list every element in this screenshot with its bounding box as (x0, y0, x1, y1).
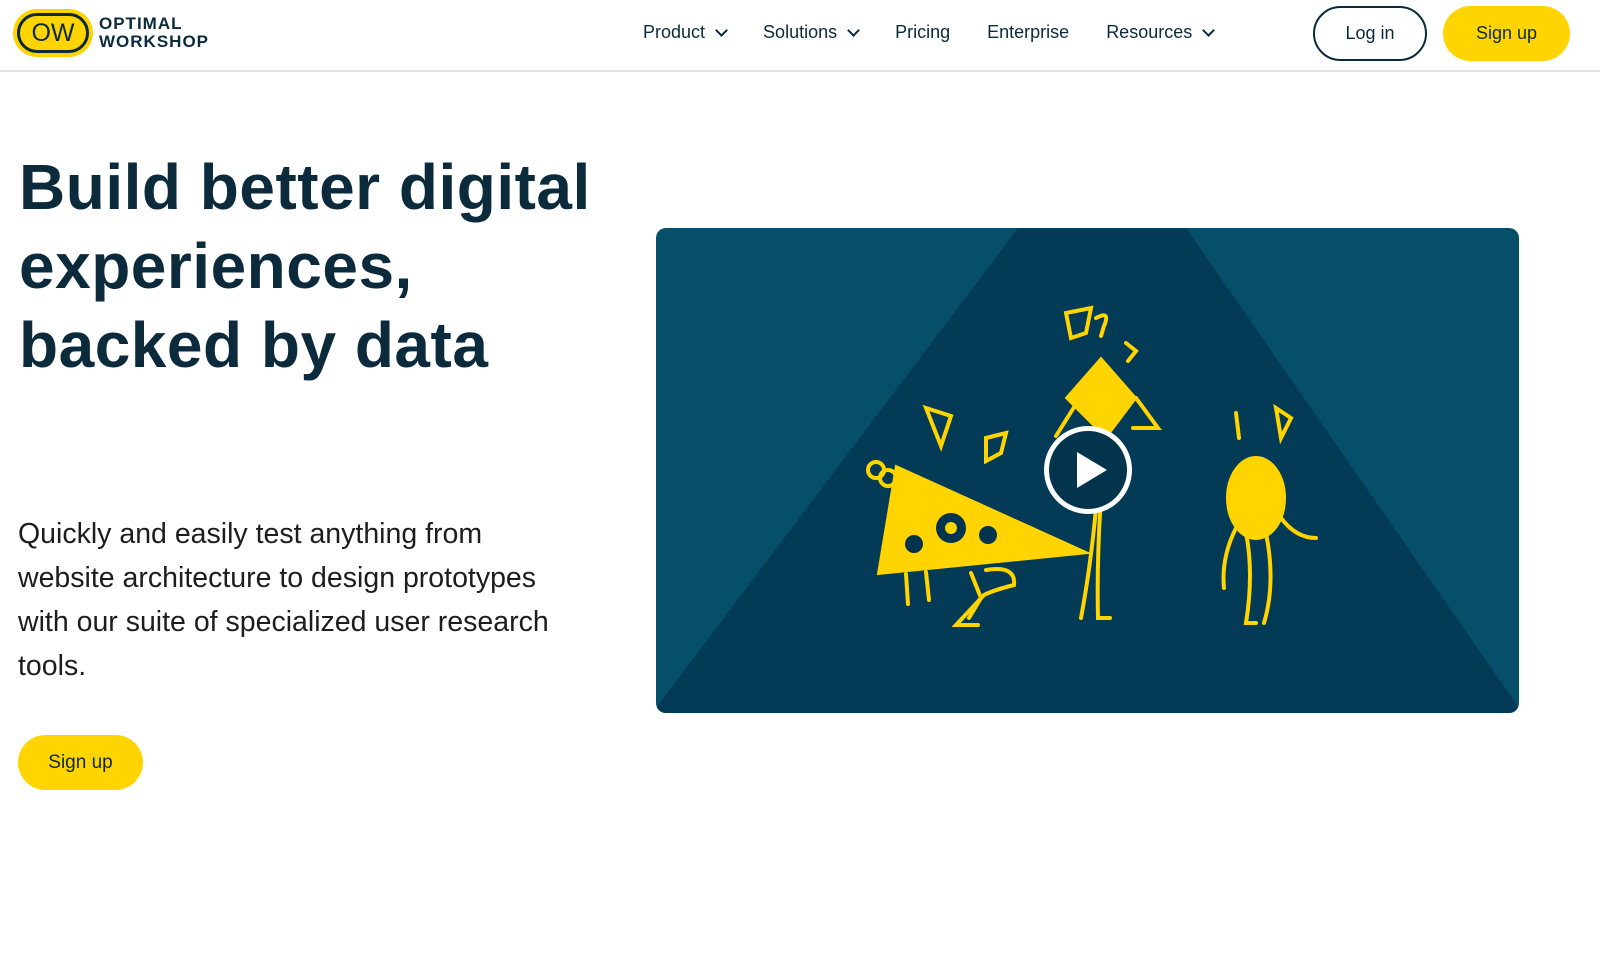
nav-resources[interactable]: Resources (1106, 22, 1216, 43)
logo-badge: OW (13, 9, 93, 57)
logo-text: OPTIMAL WORKSHOP (99, 14, 209, 51)
nav-product[interactable]: Product (643, 22, 728, 43)
login-button[interactable]: Log in (1313, 6, 1427, 61)
chevron-down-icon (715, 23, 728, 37)
nav-enterprise[interactable]: Enterprise (987, 22, 1069, 43)
video-player[interactable] (656, 228, 1519, 713)
hero-lead: Quickly and easily test anything from we… (18, 518, 549, 682)
hero-title: Build better digital experiences, backed… (19, 151, 591, 381)
signup-button-hero[interactable]: Sign up (18, 735, 143, 790)
logo[interactable]: OW OPTIMAL WORKSHOP (13, 9, 209, 57)
nav-solutions[interactable]: Solutions (763, 22, 860, 43)
chevron-down-icon (1202, 23, 1216, 37)
top-nav: OW OPTIMAL WORKSHOP Product Solutions Pr… (0, 0, 1600, 72)
play-icon (1077, 452, 1107, 488)
play-button[interactable] (1044, 426, 1132, 514)
nav-pricing[interactable]: Pricing (895, 22, 950, 43)
signup-button-nav[interactable]: Sign up (1443, 6, 1570, 61)
main-menu: Product Solutions Pricing Enterprise Res… (643, 22, 1216, 43)
chevron-down-icon (847, 23, 860, 37)
